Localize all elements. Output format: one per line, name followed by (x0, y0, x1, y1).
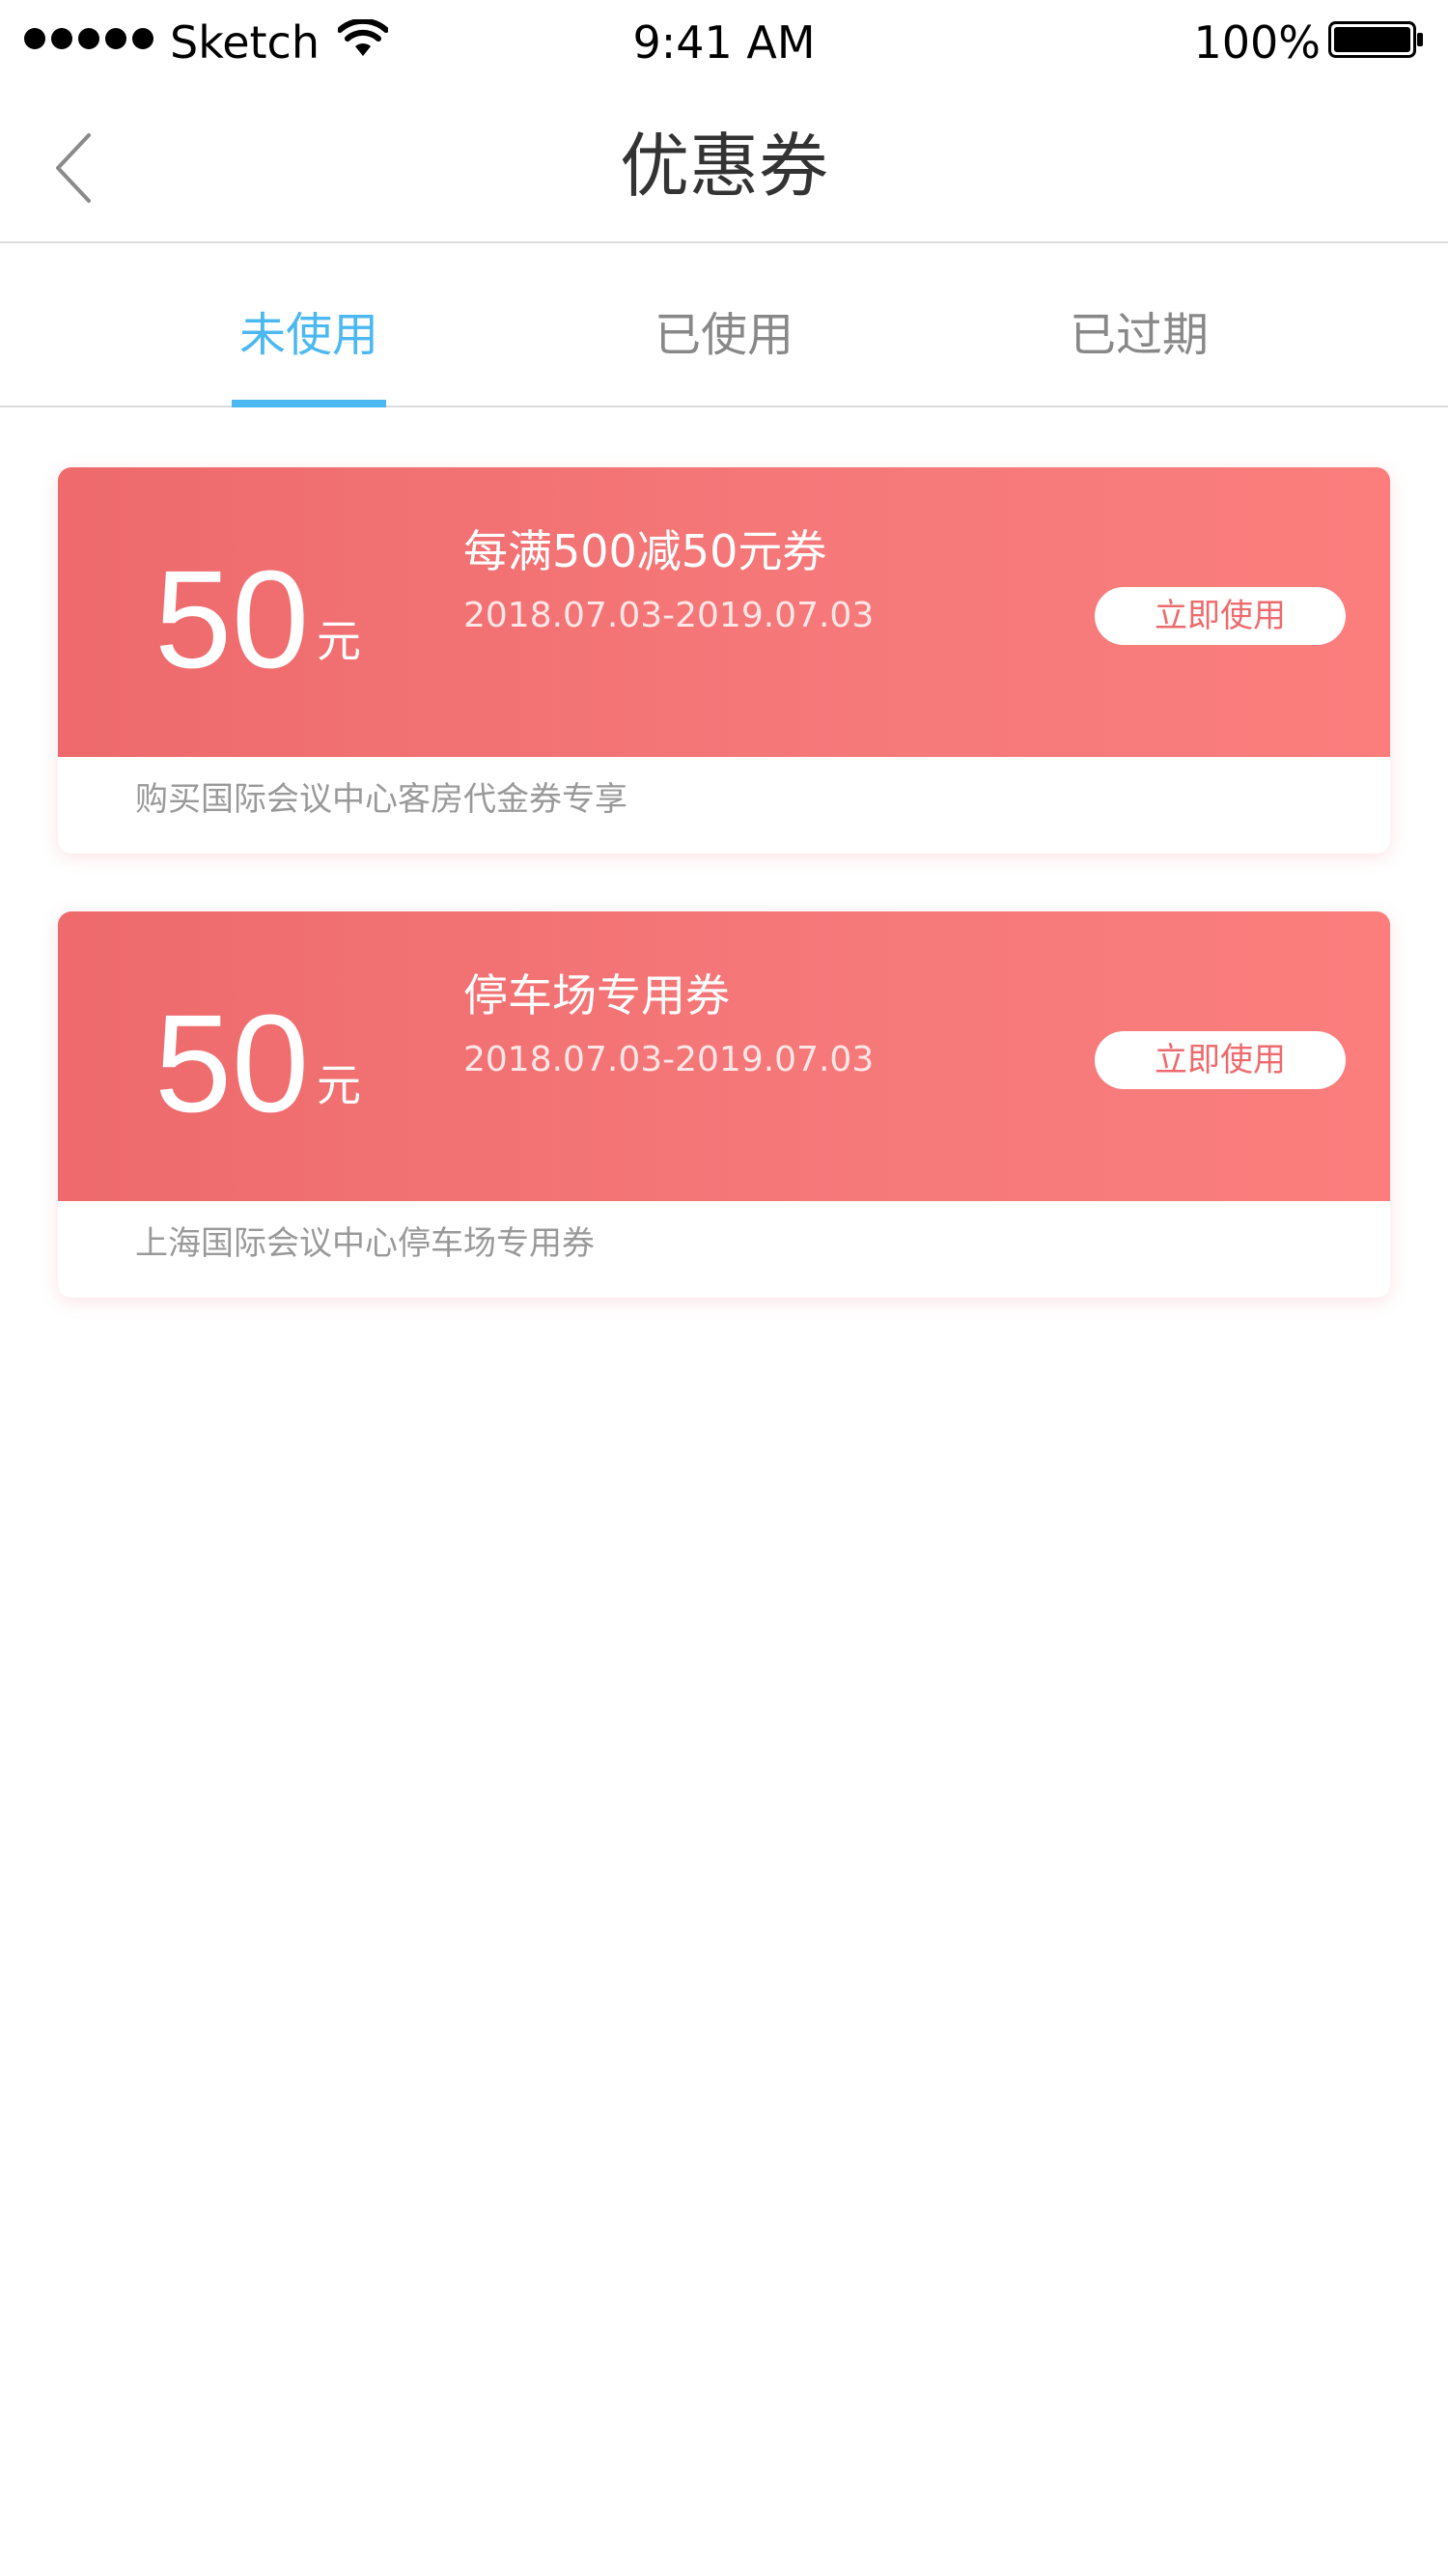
coupon-card[interactable]: 50 元 停车场专用券 2018.07.03-2019.07.03 立即使用 上… (58, 911, 1390, 1298)
battery-icon (1328, 21, 1423, 58)
coupon-description: 购买国际会议中心客房代金券专享 (135, 780, 627, 819)
coupon-header: 50 元 停车场专用券 2018.07.03-2019.07.03 立即使用 (58, 911, 1390, 1201)
coupon-card[interactable]: 50 元 每满500减50元券 2018.07.03-2019.07.03 立即… (58, 467, 1390, 854)
use-now-button[interactable]: 立即使用 (1095, 1031, 1346, 1089)
coupon-amount: 50 (154, 986, 310, 1141)
tab-unused[interactable]: 未使用 (164, 301, 454, 369)
tab-expired[interactable]: 已过期 (994, 301, 1284, 369)
coupon-amount: 50 (154, 542, 310, 697)
tab-used[interactable]: 已使用 (579, 301, 869, 369)
coupon-header: 50 元 每满500减50元券 2018.07.03-2019.07.03 立即… (58, 467, 1390, 757)
coupon-currency: 元 (317, 1059, 361, 1111)
status-bar: Sketch 9:41 AM 100% (0, 0, 1448, 85)
coupon-description: 上海国际会议中心停车场专用券 (135, 1224, 595, 1263)
coupon-validity-dates: 2018.07.03-2019.07.03 (463, 596, 875, 635)
active-tab-indicator (232, 400, 386, 407)
coupon-currency: 元 (317, 615, 361, 667)
navigation-bar: 优惠券 (0, 85, 1448, 243)
battery-percentage: 100% (1193, 16, 1321, 69)
use-now-button[interactable]: 立即使用 (1095, 587, 1346, 645)
coupon-tabs: 未使用 已使用 已过期 (0, 243, 1448, 407)
coupon-validity-dates: 2018.07.03-2019.07.03 (463, 1040, 875, 1079)
page-title: 优惠券 (619, 126, 828, 207)
coupon-name: 每满500减50元券 (463, 525, 827, 577)
coupon-name: 停车场专用券 (463, 969, 730, 1022)
